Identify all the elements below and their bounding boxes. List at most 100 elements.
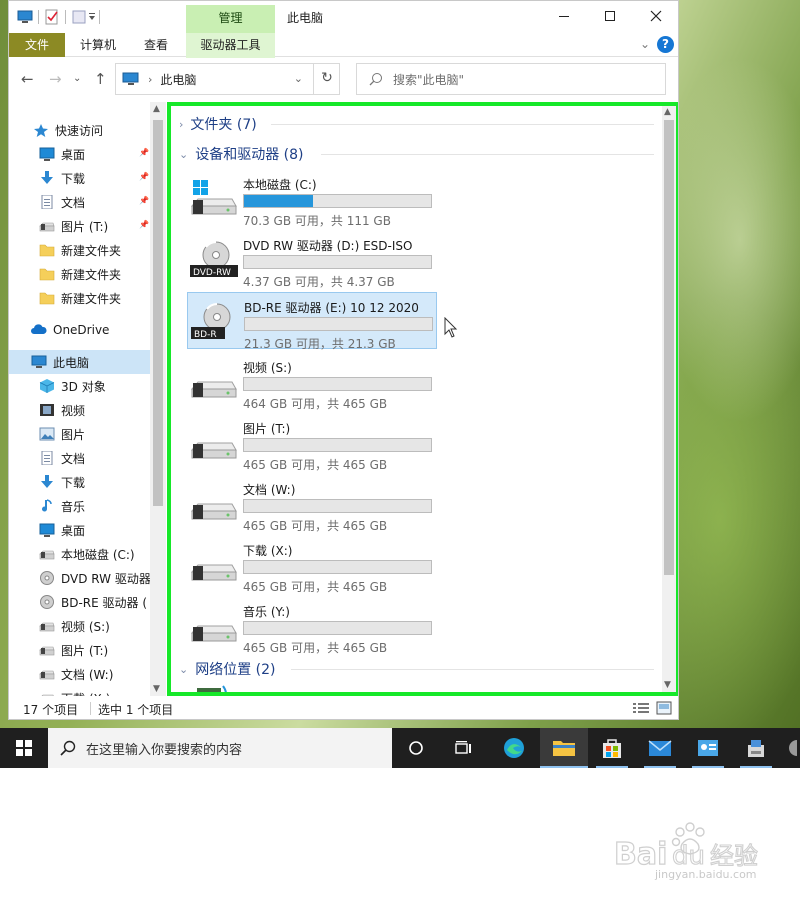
- scroll-down-icon[interactable]: ▼: [153, 684, 160, 694]
- drive-tile[interactable]: 本地磁盘 (C:) 70.3 GB 可用，共 111 GB: [187, 170, 437, 228]
- tab-computer[interactable]: 计算机: [67, 33, 129, 57]
- drive-tile[interactable]: 下载 (X:) 465 GB 可用，共 465 GB: [187, 536, 437, 594]
- drive-tile[interactable]: 文档 (W:) 465 GB 可用，共 465 GB: [187, 475, 437, 533]
- nav-scrollbar[interactable]: ▲ ▼: [150, 102, 166, 696]
- title-bar[interactable]: 管理 此电脑: [9, 1, 678, 33]
- sidebar-item[interactable]: 视频: [9, 398, 151, 422]
- sidebar-item[interactable]: DVD RW 驱动器: [9, 566, 151, 590]
- computer-icon[interactable]: [17, 9, 33, 25]
- address-bar[interactable]: › 此电脑 ⌄: [115, 63, 340, 95]
- sidebar-item[interactable]: 快速访问: [9, 118, 151, 142]
- drive-tile[interactable]: BD-R BD-RE 驱动器 (E:) 10 12 2020 21.3 GB 可用，…: [187, 292, 437, 351]
- desktop-icon: [39, 523, 55, 537]
- properties-icon[interactable]: [44, 9, 60, 25]
- file-explorer-taskbar-button[interactable]: [540, 728, 588, 768]
- folder-icon: [39, 267, 55, 281]
- app-taskbar-button[interactable]: [780, 728, 800, 768]
- refresh-button[interactable]: ↻: [313, 63, 340, 95]
- sidebar-item[interactable]: 桌面: [9, 518, 151, 542]
- breadcrumb[interactable]: 此电脑: [160, 71, 196, 88]
- sidebar-item[interactable]: 下载: [9, 470, 151, 494]
- pin-icon[interactable]: 📌: [139, 220, 149, 229]
- large-icons-view-icon[interactable]: [656, 701, 672, 718]
- chevron-right-icon[interactable]: ›: [179, 118, 183, 131]
- cortana-button[interactable]: [392, 728, 440, 768]
- app-taskbar-button[interactable]: [684, 728, 732, 768]
- content-scroll-thumb[interactable]: [664, 120, 674, 575]
- drive-tile[interactable]: 图片 (T:) 465 GB 可用，共 465 GB: [187, 414, 437, 472]
- sidebar-item[interactable]: 下载 (X:): [9, 686, 151, 696]
- divider: [291, 669, 654, 670]
- sidebar-item[interactable]: 图片: [9, 422, 151, 446]
- chevron-down-icon[interactable]: ⌄: [179, 148, 188, 161]
- task-view-button[interactable]: [440, 728, 488, 768]
- start-button[interactable]: [0, 728, 48, 768]
- scroll-down-icon[interactable]: ▼: [664, 680, 671, 690]
- sidebar-item[interactable]: 新建文件夹: [9, 286, 151, 310]
- sidebar-item[interactable]: 桌面 📌: [9, 142, 151, 166]
- sidebar-item-label: 图片 (T:): [61, 219, 109, 234]
- sidebar-item[interactable]: 本地磁盘 (C:): [9, 542, 151, 566]
- close-button[interactable]: [633, 1, 678, 31]
- back-button[interactable]: ←: [21, 70, 34, 88]
- sidebar-item[interactable]: 下载 📌: [9, 166, 151, 190]
- sidebar-item[interactable]: 新建文件夹: [9, 262, 151, 286]
- sidebar-item[interactable]: 视频 (S:): [9, 614, 151, 638]
- cortana-icon: [409, 741, 423, 755]
- new-folder-icon[interactable]: [71, 9, 87, 25]
- tab-manage[interactable]: 管理: [186, 5, 275, 33]
- content-scrollbar[interactable]: ▲ ▼: [662, 106, 676, 692]
- taskbar-search-box[interactable]: 在这里输入你要搜索的内容: [48, 728, 392, 768]
- help-icon[interactable]: ?: [657, 36, 674, 53]
- network-location-icon[interactable]: [191, 684, 241, 692]
- item-count: 17 个项目: [23, 703, 79, 717]
- forward-button[interactable]: →: [49, 70, 62, 88]
- group-folders[interactable]: › 文件夹 (7): [179, 114, 257, 134]
- store-taskbar-button[interactable]: [588, 728, 636, 768]
- drive-tile[interactable]: 视频 (S:) 464 GB 可用，共 465 GB: [187, 353, 437, 411]
- expand-ribbon-icon[interactable]: ⌄: [640, 37, 650, 51]
- drive-usage-bar: [243, 377, 432, 391]
- up-button[interactable]: ↑: [94, 70, 107, 88]
- group-network[interactable]: ⌄ 网络位置 (2): [179, 659, 276, 679]
- minimize-button[interactable]: [541, 1, 587, 31]
- sidebar-item[interactable]: 图片 (T:): [9, 638, 151, 662]
- app-taskbar-button[interactable]: [732, 728, 780, 768]
- pin-icon[interactable]: 📌: [139, 148, 149, 157]
- tab-file[interactable]: 文件: [9, 33, 65, 57]
- sidebar-item[interactable]: 3D 对象: [9, 374, 151, 398]
- drive-tile[interactable]: 音乐 (Y:) 465 GB 可用，共 465 GB: [187, 597, 437, 655]
- details-view-icon[interactable]: [633, 702, 649, 717]
- maximize-button[interactable]: [587, 1, 633, 31]
- pin-icon[interactable]: 📌: [139, 196, 149, 205]
- content-pane[interactable]: › 文件夹 (7) ⌄ 设备和驱动器 (8) 本地磁盘 (C:) 70.3 GB …: [167, 102, 678, 696]
- group-devices[interactable]: ⌄ 设备和驱动器 (8): [179, 144, 304, 164]
- sidebar-item-label: 文档: [61, 451, 86, 466]
- sidebar-item[interactable]: 文档 📌: [9, 190, 151, 214]
- separator: [65, 10, 66, 24]
- drive-tile[interactable]: DVD-RW DVD RW 驱动器 (D:) ESD-ISO 4.37 GB 可用，…: [187, 231, 437, 289]
- sidebar-item-label: 文档: [61, 195, 86, 210]
- chevron-down-icon[interactable]: ⌄: [294, 72, 303, 85]
- sidebar-item[interactable]: 音乐: [9, 494, 151, 518]
- search-input[interactable]: 搜索"此电脑": [356, 63, 666, 95]
- recent-locations-button[interactable]: ⌄: [73, 73, 81, 84]
- sidebar-item[interactable]: BD-RE 驱动器 (: [9, 590, 151, 614]
- sidebar-item[interactable]: 图片 (T:) 📌: [9, 214, 151, 238]
- sidebar-item[interactable]: 文档: [9, 446, 151, 470]
- scroll-up-icon[interactable]: ▲: [153, 104, 160, 114]
- mail-taskbar-button[interactable]: [636, 728, 684, 768]
- edge-taskbar-button[interactable]: [490, 728, 538, 768]
- sidebar-item[interactable]: 文档 (W:): [9, 662, 151, 686]
- navigation-pane[interactable]: 快速访问 桌面 📌 下载 📌 文档 📌 图片 (T:) 📌 新建文件夹 新建文件夹 新建文件夹 OneD…: [9, 102, 167, 696]
- sidebar-item[interactable]: 此电脑: [9, 350, 151, 374]
- customize-toolbar-icon[interactable]: [87, 9, 97, 25]
- nav-scroll-thumb[interactable]: [153, 120, 163, 506]
- sidebar-item[interactable]: 新建文件夹: [9, 238, 151, 262]
- pin-icon[interactable]: 📌: [139, 172, 149, 181]
- tab-view[interactable]: 查看: [131, 33, 181, 57]
- scroll-up-icon[interactable]: ▲: [664, 107, 671, 117]
- sidebar-item[interactable]: OneDrive: [9, 318, 151, 342]
- sidebar-item-label: 新建文件夹: [61, 267, 122, 282]
- chevron-down-icon[interactable]: ⌄: [179, 663, 188, 676]
